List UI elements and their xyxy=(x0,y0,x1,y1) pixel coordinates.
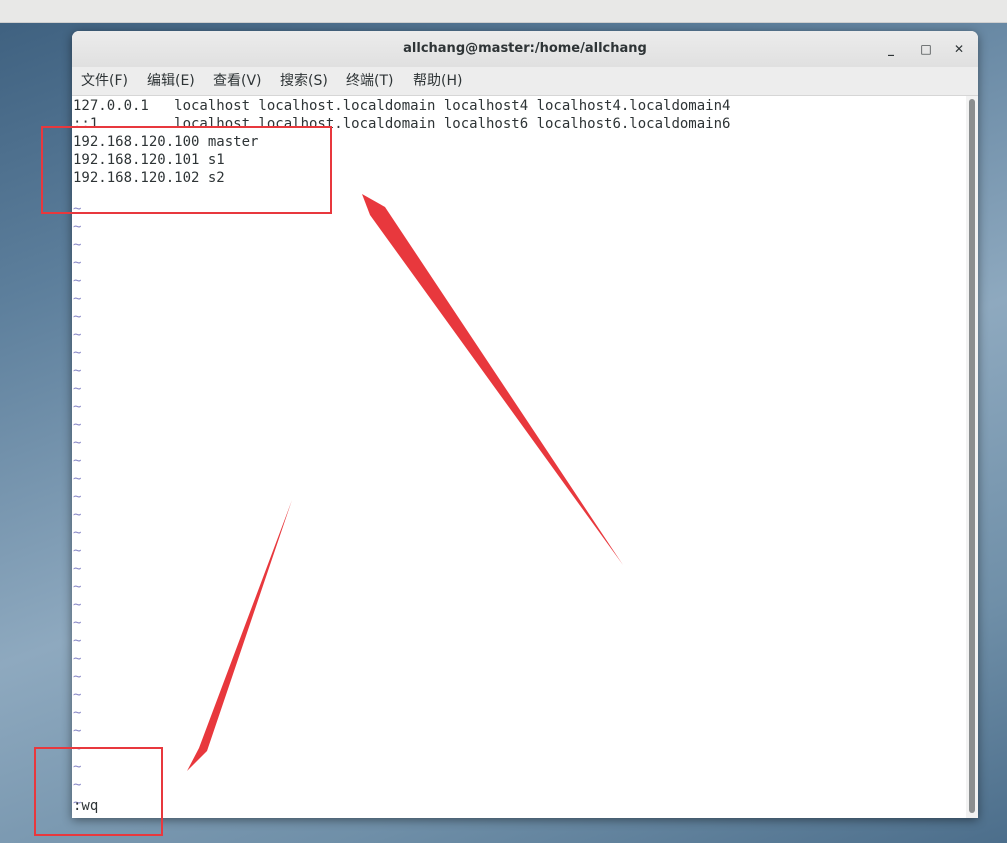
annotation-arrow-down xyxy=(187,500,292,771)
annotation-arrows xyxy=(187,194,623,771)
annotation-arrow-up xyxy=(362,194,623,565)
